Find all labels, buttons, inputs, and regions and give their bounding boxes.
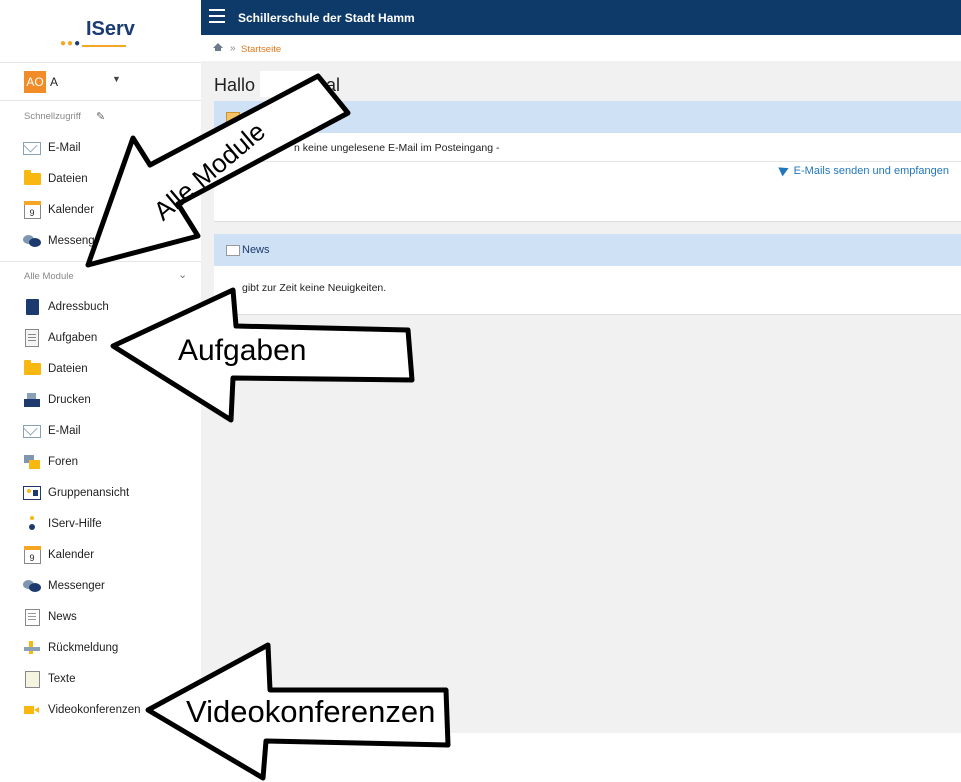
module-files[interactable]: Dateien	[0, 355, 201, 383]
nav-label: Adressbuch	[48, 301, 109, 313]
nav-label: Aufgaben	[48, 332, 98, 344]
module-news[interactable]: News	[0, 603, 201, 631]
page-footer-area	[201, 733, 961, 782]
mail-icon	[23, 139, 41, 157]
top-bar: Schillerschule der Stadt Hamm	[201, 0, 961, 35]
news-icon	[226, 245, 240, 256]
nav-label: Dateien	[48, 363, 88, 375]
user-name: A	[50, 75, 59, 89]
divider	[0, 62, 201, 63]
nav-label: Messenger	[48, 580, 105, 592]
envelope-icon	[226, 112, 240, 123]
greeting-suffix: al	[326, 75, 341, 95]
news-message: gibt zur Zeit keine Neuigkeiten.	[242, 282, 387, 294]
send-receive-mail-link[interactable]: E-Mails senden und empfangen	[777, 163, 949, 177]
nav-label: Texte	[48, 673, 76, 685]
greeting-prefix: Hallo /	[214, 75, 266, 95]
nav-label: Kalender	[48, 204, 95, 216]
help-icon	[23, 515, 41, 533]
mail-icon	[23, 422, 41, 440]
texts-icon	[23, 670, 41, 688]
module-messenger[interactable]: Messenger	[0, 572, 201, 600]
nav-label: Videokonferenzen	[48, 704, 141, 716]
module-groups[interactable]: Gruppenansicht	[0, 479, 201, 507]
module-calendar[interactable]: 9 Kalender	[0, 541, 201, 569]
news-panel: News gibt zur Zeit keine Neuigkeiten.	[214, 234, 961, 315]
module-forums[interactable]: Foren	[0, 448, 201, 476]
divider	[214, 161, 961, 162]
send-receive-mail-label: E-Mails senden und empfangen	[793, 165, 949, 177]
module-print[interactable]: Drucken	[0, 386, 201, 414]
nav-label: IServ-Hilfe	[48, 518, 102, 530]
email-panel: E n keine ungelesene E-Mail im Posteinga…	[214, 101, 961, 222]
page-title: Hallo /	[214, 75, 265, 96]
feedback-icon	[23, 639, 41, 657]
caret-down-icon: ▼	[112, 74, 121, 84]
news-panel-title: News	[242, 244, 270, 256]
news-panel-header: News	[214, 234, 961, 266]
email-panel-title: E	[242, 111, 250, 123]
breadcrumb: » Startseite	[201, 35, 961, 62]
iserv-logo[interactable]: ●●● IServ	[60, 18, 140, 49]
nav-label: Gruppenansicht	[48, 487, 130, 499]
module-video-conferences[interactable]: Videokonferenzen	[0, 696, 201, 724]
module-help[interactable]: IServ-Hilfe	[0, 510, 201, 538]
forum-icon	[23, 453, 41, 471]
sidebar: ●●● IServ AO A ▼ Schnellzugriff ✎ E-Mail…	[0, 0, 202, 782]
tasks-icon	[23, 329, 41, 347]
divider	[0, 261, 201, 262]
module-address-book[interactable]: Adressbuch	[0, 293, 201, 321]
quick-item-calendar[interactable]: 9 Kalender	[0, 196, 201, 224]
avatar: AO	[24, 71, 46, 93]
school-name: Schillerschule der Stadt Hamm	[238, 11, 415, 25]
news-panel-body: gibt zur Zeit keine Neuigkeiten.	[214, 266, 961, 314]
logo-dots-icon: ●●●	[60, 38, 82, 49]
nav-label: News	[48, 611, 77, 623]
nav-label: E-Mail	[48, 142, 81, 154]
redacted-area	[260, 71, 320, 97]
user-menu[interactable]: AO A ▼	[0, 68, 201, 100]
nav-label: Foren	[48, 456, 79, 468]
divider	[0, 100, 201, 101]
pencil-icon[interactable]: ✎	[96, 110, 105, 123]
quick-item-files[interactable]: Dateien	[0, 165, 201, 193]
breadcrumb-link-home[interactable]: Startseite	[241, 44, 281, 55]
nav-label: Kalender	[48, 549, 95, 561]
email-panel-header: E	[214, 101, 961, 133]
home-icon[interactable]	[213, 43, 223, 51]
paper-plane-icon	[777, 163, 791, 177]
module-feedback[interactable]: Rückmeldung	[0, 634, 201, 662]
module-email[interactable]: E-Mail	[0, 417, 201, 445]
messenger-icon	[23, 577, 41, 595]
chevron-down-icon[interactable]: ⌄	[178, 268, 187, 281]
logo-text: IServ	[86, 18, 135, 40]
video-icon	[23, 701, 41, 719]
quick-access-label: Schnellzugriff	[24, 111, 81, 122]
main-content: Hallo / al E n keine ungelesene E-Mail i…	[201, 61, 961, 733]
nav-label: Drucken	[48, 394, 91, 406]
folder-icon	[23, 360, 41, 378]
module-tasks[interactable]: Aufgaben	[0, 324, 201, 352]
module-texts[interactable]: Texte	[0, 665, 201, 693]
group-icon	[23, 484, 41, 502]
folder-icon	[23, 170, 41, 188]
breadcrumb-separator: »	[230, 43, 236, 54]
quick-item-email[interactable]: E-Mail	[0, 134, 201, 162]
address-book-icon	[23, 298, 41, 316]
messenger-icon	[23, 232, 41, 250]
printer-icon	[23, 391, 41, 409]
quick-item-messenger[interactable]: Messenger	[0, 227, 201, 255]
nav-label: Dateien	[48, 173, 88, 185]
all-modules-label: Alle Module	[24, 271, 74, 282]
calendar-icon: 9	[23, 200, 41, 219]
calendar-icon: 9	[23, 545, 41, 564]
nav-label: Rückmeldung	[48, 642, 119, 654]
nav-label: Messenger	[48, 235, 105, 247]
hamburger-menu-icon[interactable]	[209, 9, 225, 23]
news-icon	[23, 608, 41, 626]
email-panel-body: n keine ungelesene E-Mail im Posteingang…	[214, 133, 961, 221]
nav-label: E-Mail	[48, 425, 81, 437]
logo-underline	[82, 45, 126, 47]
email-message: n keine ungelesene E-Mail im Posteingang…	[294, 142, 500, 154]
